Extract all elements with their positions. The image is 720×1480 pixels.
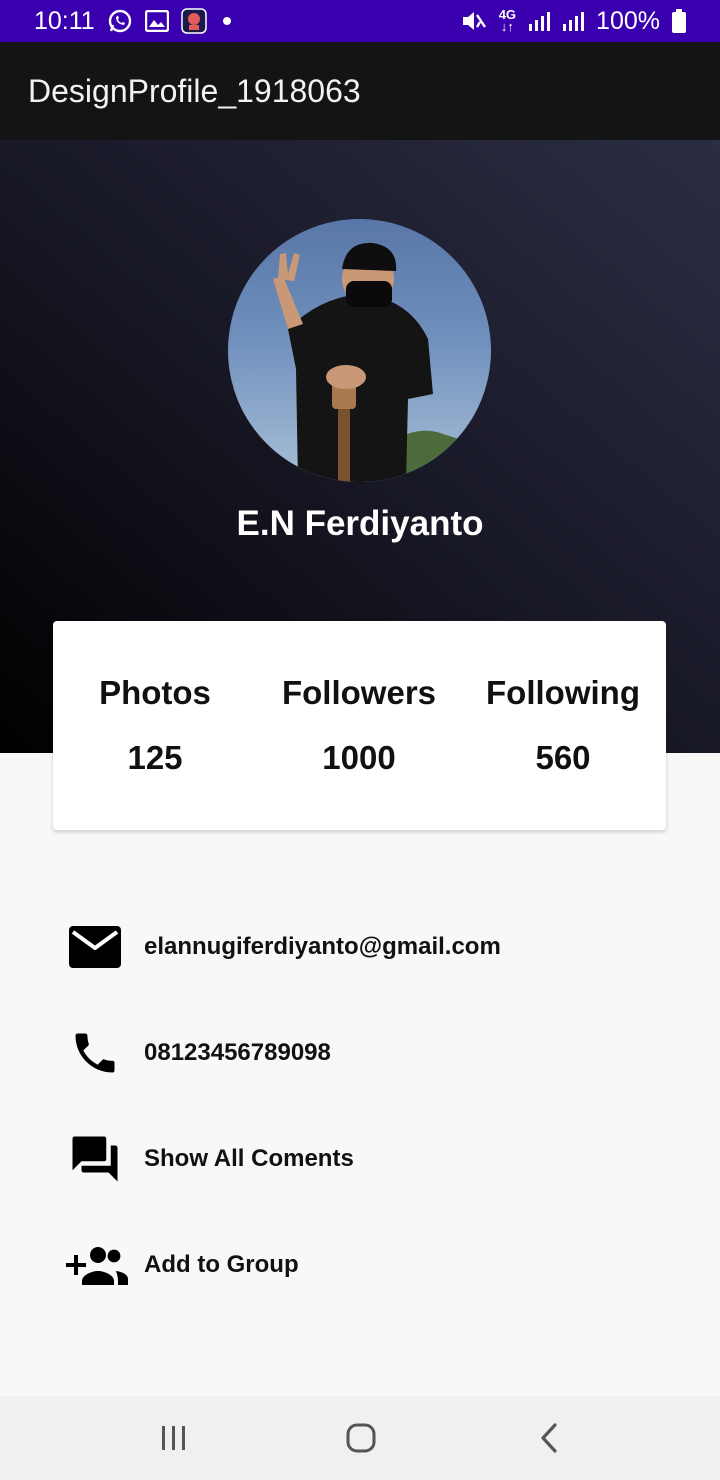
stat-label: Following [486,674,640,711]
phone-row[interactable]: 08123456789098 [60,1018,660,1088]
status-right: 4G ↓↑ 100% [461,7,686,36]
notification-dot [222,17,231,25]
email-row[interactable]: elannugiferdiyanto@gmail.com [60,912,660,982]
profile-name: E.N Ferdiyanto [236,504,484,543]
battery-percent: 100% [596,6,660,35]
email-text: elannugiferdiyanto@gmail.com [144,933,501,960]
phone-text: 08123456789098 [144,1039,331,1066]
gallery-icon [144,10,169,32]
network-4g-icon: 4G ↓↑ [498,7,517,34]
stat-value: 560 [535,739,591,776]
status-left: 10:11 [34,7,231,36]
status-time: 10:11 [34,6,95,35]
comments-text: Show All Coments [144,1145,354,1172]
stat-label: Followers [281,674,437,711]
stat-following[interactable]: Following 560 [461,621,665,830]
avatar[interactable] [228,219,491,482]
stat-value: 125 [127,739,183,776]
back-icon[interactable] [519,1414,579,1462]
profile-photo [273,242,491,482]
navigation-bar [0,1396,720,1480]
battery-icon [672,9,686,33]
add-group-icon [60,1230,130,1300]
add-group-text: Add to Group [144,1251,299,1278]
signal-icon [562,10,585,32]
network-label: 4G [498,7,517,22]
stats-card: Photos 125 Followers 1000 Following 560 [53,621,666,830]
stat-label: Photos [99,674,211,711]
status-bar: 10:11 4G ↓↑ 100% [0,0,720,42]
phone-icon [60,1018,130,1088]
stat-value: 1000 [322,739,396,776]
stat-photos[interactable]: Photos 125 [53,621,257,830]
app-icon [180,8,207,34]
comments-row[interactable]: Show All Coments [60,1124,660,1194]
recent-apps-icon[interactable] [144,1414,204,1462]
home-icon[interactable] [331,1414,391,1462]
email-icon [60,912,130,982]
add-group-row[interactable]: Add to Group [60,1230,660,1300]
app-title: DesignProfile_1918063 [28,72,361,109]
signal-icon [528,10,551,32]
app-bar: DesignProfile_1918063 [0,42,720,140]
whatsapp-icon [107,8,133,34]
comments-icon [60,1124,130,1194]
mute-icon [461,9,487,33]
stat-followers[interactable]: Followers 1000 [257,621,461,830]
